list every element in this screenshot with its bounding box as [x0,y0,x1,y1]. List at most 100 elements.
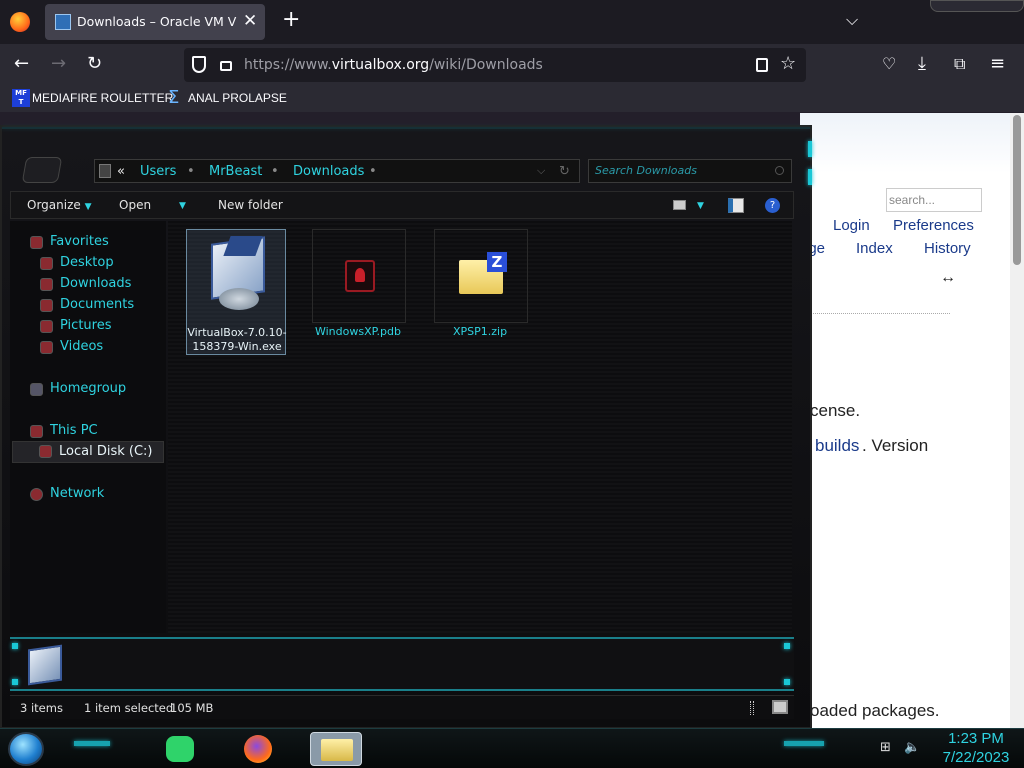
nav-local-disk[interactable]: Local Disk (C:) [12,441,164,463]
version-text: . Version [862,436,929,455]
virtualbox-favicon-icon [55,14,71,30]
tracking-protection-shield-icon[interactable] [192,56,206,73]
bookmark-icon: Σ [168,87,180,108]
new-folder-button[interactable]: New folder [218,198,283,212]
file-explorer-window: « Users • MrBeast • Downloads • ⌵ ↻ Sear… [0,125,812,728]
network-icon [30,488,43,501]
computer-icon [30,425,43,438]
tab-bar: Downloads – Oracle VM VirtualBox ✕ + ⌵ [0,0,1024,44]
breadcrumb-separator-icon[interactable]: • [369,164,377,179]
pictures-icon [40,320,53,333]
list-all-tabs-icon[interactable]: ⌵ [846,10,858,30]
details-view-icon[interactable] [750,701,754,715]
pdb-file-icon [312,229,406,323]
file-name: XPSP1.zip [452,325,508,338]
view-dropdown-icon[interactable]: ▼ [697,201,704,211]
page-header-band [800,113,1010,173]
downloads-icon[interactable]: ⤓ [918,52,926,76]
index-link[interactable]: Index [856,240,893,257]
firefox-menu-icon[interactable] [10,12,30,32]
breadcrumb-mrbeast[interactable]: MrBeast [209,164,262,179]
taskbar-app-explorer[interactable] [310,732,362,766]
address-bar[interactable]: « Users • MrBeast • Downloads • ⌵ ↻ [94,159,580,183]
scrollbar-thumb[interactable] [1013,115,1021,265]
virtualbox-installer-icon [191,230,285,324]
back-arrow-icon[interactable]: ← [14,52,29,76]
new-tab-button[interactable]: + [282,8,300,32]
browser-tab[interactable]: Downloads – Oracle VM VirtualBox ✕ [45,4,265,40]
breadcrumb-users[interactable]: Users [140,164,176,179]
refresh-icon[interactable]: ↻ [559,164,570,179]
selection-info: 1 item selected [84,701,174,715]
login-link[interactable]: Login [833,217,870,234]
explorer-taskbar-icon [321,739,353,761]
help-icon[interactable]: ? [765,198,780,213]
preferences-link[interactable]: Preferences [893,217,974,234]
packages-text: oaded packages. [810,701,940,720]
navigation-orb-icon[interactable] [21,157,63,183]
selection-size: 105 MB [170,701,214,715]
history-link[interactable]: History [924,240,971,257]
file-name: WindowsXP.pdb [314,325,401,338]
breadcrumb-downloads[interactable]: Downloads [293,164,364,179]
taskbar-app-notes[interactable] [162,732,198,766]
file-item-xpsp1-zip[interactable]: Z XPSP1.zip [430,229,530,355]
firefox-window: Downloads – Oracle VM VirtualBox ✕ + ⌵ ←… [0,0,1024,768]
breadcrumb-separator-icon[interactable]: • [271,164,279,179]
app-menu-icon[interactable]: ≡ [990,52,1005,76]
large-icons-view-icon[interactable] [772,700,788,714]
volume-tray-icon[interactable]: 🔈 [904,740,920,755]
forward-arrow-icon[interactable]: → [51,52,66,76]
details-glow-left-bottom [12,679,18,685]
details-pane [10,637,794,691]
clock-date: 7/22/2023 [942,749,1010,766]
file-item-virtualbox[interactable]: VirtualBox-7.0.10-158379-Win.exe [186,229,287,355]
reader-view-icon[interactable] [756,58,768,72]
desktop-icon [40,257,53,270]
virtualbox-details-icon [28,644,62,686]
details-glow-right-bottom [784,679,790,685]
builds-link[interactable]: builds [815,436,859,456]
wiki-search-input[interactable]: search... [886,188,982,212]
search-downloads-input[interactable]: Search Downloads [588,159,792,183]
open-button[interactable]: Open [119,198,151,212]
extensions-icon[interactable]: ⧉ [954,52,965,76]
organize-dropdown-icon: ▼ [84,202,92,212]
bookmark-second[interactable]: ANAL PROLAPSE [188,91,287,105]
clock-time: 1:23 PM [948,730,1004,747]
documents-icon [40,299,53,312]
bookmark-star-icon[interactable]: ☆ [780,53,796,74]
address-dropdown-icon[interactable]: ⌵ [537,164,545,178]
tab-close-icon[interactable]: ✕ [243,11,257,31]
system-clock[interactable]: 1:23 PM 7/22/2023 [930,729,1022,767]
file-list: VirtualBox-7.0.10-158379-Win.exe Windows… [168,221,792,633]
videos-icon [40,341,53,354]
file-item-windowsxp-pdb[interactable]: WindowsXP.pdb [308,229,408,355]
drive-icon [39,445,52,458]
start-button[interactable] [8,732,44,766]
window-edge [930,0,1024,12]
frame-glow-right-1 [808,141,812,157]
bookmark-mediafire[interactable]: MEDIAFIRE ROULETTER [32,91,173,105]
file-name: VirtualBox-7.0.10-158379-Win.exe [187,326,287,353]
preview-pane-icon[interactable] [728,198,744,213]
webpage-scrollbar[interactable] [1010,113,1024,728]
search-icon [775,166,784,175]
network-tray-icon[interactable]: ⊞ [880,740,891,755]
search-placeholder: Search Downloads [595,164,697,177]
tab-title: Downloads – Oracle VM VirtualBox [77,14,237,29]
folder-mini-icon [99,164,111,178]
breadcrumb-overflow[interactable]: « [117,164,125,179]
url-bar[interactable]: https://www.virtualbox.org/wiki/Download… [184,48,806,82]
taskbar-app-firefox[interactable] [240,732,276,766]
organize-button[interactable]: Organize ▼ [27,198,92,212]
zip-folder-icon: Z [434,229,528,323]
breadcrumb-separator-icon[interactable]: • [187,164,195,179]
notes-app-icon [166,736,194,762]
url-text[interactable]: https://www.virtualbox.org/wiki/Download… [244,57,543,73]
lock-icon[interactable] [220,61,232,71]
open-dropdown-icon[interactable]: ▼ [179,201,186,211]
reload-icon[interactable]: ↻ [87,52,102,76]
change-view-icon[interactable] [673,200,686,210]
pocket-icon[interactable]: ♡ [882,52,896,76]
